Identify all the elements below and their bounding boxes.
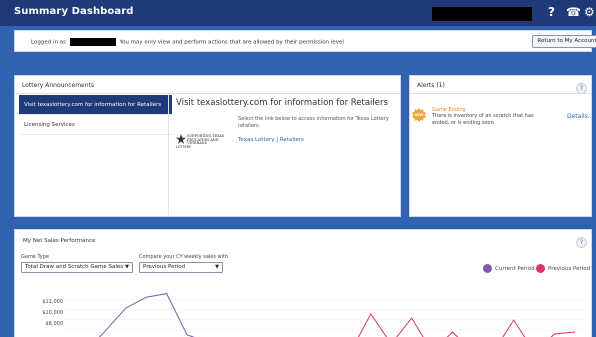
compare-label: Compare your CY weekly sales with xyxy=(139,254,229,260)
help-icon[interactable]: ? xyxy=(548,5,555,19)
redacted-username xyxy=(432,7,532,21)
phone-icon[interactable]: ☎ xyxy=(566,5,581,19)
nav-item-licensing[interactable]: Licensing Services xyxy=(19,115,172,135)
sales-line-chart xyxy=(65,293,585,337)
y-tick: $10,000 xyxy=(42,310,63,316)
help-icon[interactable]: ? xyxy=(576,237,587,248)
alerts-panel: Alerts (1) ? NEW Game Ending There is in… xyxy=(409,75,594,217)
announcement-content: Visit texaslottery.com for information f… xyxy=(176,98,396,149)
login-banner: Logged in as You may only view and perfo… xyxy=(14,30,596,52)
compare-value: Previous Period xyxy=(143,264,186,270)
logo-brand: LOTTERY xyxy=(176,145,191,149)
y-tick: $12,000 xyxy=(42,299,63,305)
app-header: Summary Dashboard ? ☎ ⚙ xyxy=(0,0,596,26)
login-suffix: You may only view and perform actions th… xyxy=(119,39,344,46)
series-line-previous xyxy=(357,313,576,337)
gear-icon[interactable]: ⚙ xyxy=(584,5,595,19)
compare-select[interactable]: Previous Period ▼ xyxy=(139,262,223,273)
panel-title: Lottery Announcements xyxy=(22,82,95,89)
return-to-account-button[interactable]: Return to My Account xyxy=(532,35,596,48)
texas-lottery-logo: SUPPORTING TEXAS EDUCATION AND VETERANS … xyxy=(176,134,226,156)
legend-previous-label: Previous Period xyxy=(548,266,591,272)
legend-current: Current Period xyxy=(483,264,535,273)
chevron-down-icon: ▼ xyxy=(125,264,129,270)
alert-desc: There is inventory of an scratch that ha… xyxy=(432,113,534,126)
logo-tagline: SUPPORTING TEXAS EDUCATION AND VETERANS xyxy=(187,134,225,146)
nav-item-retailers[interactable]: Visit texaslottery.com for information f… xyxy=(19,95,172,115)
alert-details-link[interactable]: Details... xyxy=(567,113,594,120)
current-dot-icon xyxy=(483,264,492,273)
page-title: Summary Dashboard xyxy=(14,6,134,17)
game-type-label: Game Type xyxy=(21,254,49,260)
star-icon xyxy=(176,134,186,144)
game-type-value: Total Draw and Scratch Game Sales xyxy=(25,264,124,270)
redacted-user xyxy=(69,38,116,46)
net-sales-panel: My Net Sales Performance ? Game Type Tot… xyxy=(14,229,592,337)
legend-previous: Previous Period xyxy=(536,264,590,273)
texas-lottery-retailers-link[interactable]: Texas Lottery | Retailers xyxy=(238,137,304,143)
game-type-select[interactable]: Total Draw and Scratch Game Sales ▼ xyxy=(21,262,133,273)
announcement-nav: Visit texaslottery.com for information f… xyxy=(19,95,172,215)
panel-title: My Net Sales Performance xyxy=(23,238,96,244)
new-badge-icon: NEW xyxy=(412,108,426,122)
divider xyxy=(410,93,591,94)
lottery-announcements-panel: Lottery Announcements Visit texaslottery… xyxy=(14,75,401,217)
y-tick: $8,000 xyxy=(45,321,64,327)
alerts-title: Alerts (1) xyxy=(417,82,445,89)
legend-current-label: Current Period xyxy=(495,266,535,272)
announcement-title: Visit texaslottery.com for information f… xyxy=(176,98,388,108)
previous-dot-icon xyxy=(536,264,545,273)
divider xyxy=(168,95,169,215)
login-prefix: Logged in as xyxy=(31,39,66,46)
login-text: Logged in as You may only view and perfo… xyxy=(31,38,344,46)
divider xyxy=(15,93,400,94)
chevron-down-icon: ▼ xyxy=(215,264,219,270)
announcement-desc: Select the link below to access informat… xyxy=(238,116,389,129)
